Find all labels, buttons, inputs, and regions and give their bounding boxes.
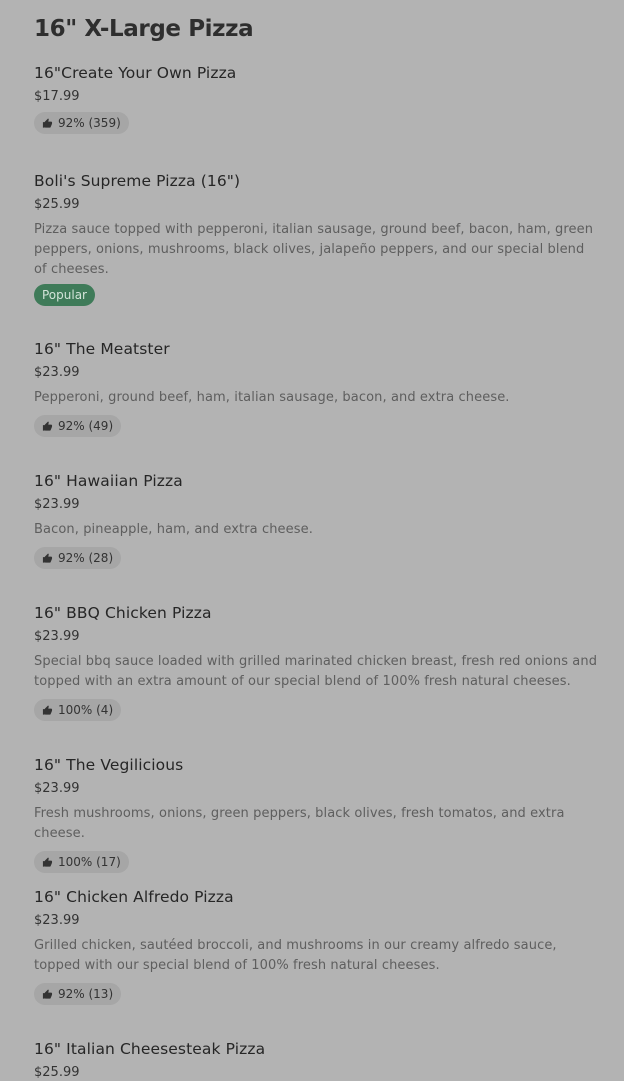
item-price: $23.99	[34, 781, 80, 796]
item-price: $23.99	[34, 629, 80, 644]
menu-item-chicken-alfredo[interactable]: 16" Chicken Alfredo Pizza $23.99 Grilled…	[34, 887, 600, 1005]
rating-badge: 100% (17)	[34, 851, 129, 873]
item-description: Fresh mushrooms, onions, green peppers, …	[34, 806, 565, 841]
popular-badge: Popular	[34, 284, 95, 306]
thumbs-up-icon	[42, 704, 53, 716]
item-name: 16" Hawaiian Pizza	[34, 472, 183, 490]
item-name: 16" BBQ Chicken Pizza	[34, 604, 212, 622]
rating-text: 92% (359)	[58, 116, 121, 130]
item-name: 16"Create Your Own Pizza	[34, 64, 237, 82]
thumbs-up-icon	[42, 420, 53, 432]
item-description: Pizza sauce topped with pepperoni, itali…	[34, 222, 594, 277]
item-price: $23.99	[34, 365, 80, 380]
item-name: Boli's Supreme Pizza (16")	[34, 172, 241, 190]
item-name: 16" Chicken Alfredo Pizza	[34, 888, 234, 906]
item-price: $23.99	[34, 913, 80, 928]
rating-text: 100% (17)	[58, 855, 121, 869]
menu-item-vegilicious[interactable]: 16" The Vegilicious $23.99 Fresh mushroo…	[34, 755, 600, 873]
menu-item-bolis-supreme[interactable]: Boli's Supreme Pizza (16") $25.99 Pizza …	[34, 171, 600, 306]
rating-badge: 92% (359)	[34, 112, 129, 134]
rating-badge: 92% (49)	[34, 415, 122, 437]
menu-section: 16" X-Large Pizza 16"Create Your Own Piz…	[0, 0, 624, 1081]
thumbs-up-icon	[42, 988, 53, 1000]
menu-item-italian-cheesesteak[interactable]: 16" Italian Cheesesteak Pizza $25.99	[34, 1039, 600, 1081]
menu-item-create-your-own[interactable]: 16"Create Your Own Pizza $17.99 92% (359…	[34, 63, 600, 134]
item-price: $23.99	[34, 497, 80, 512]
section-title: 16" X-Large Pizza	[34, 16, 254, 42]
item-price: $25.99	[34, 197, 80, 212]
item-description: Pepperoni, ground beef, ham, italian sau…	[34, 390, 510, 405]
rating-text: 100% (4)	[58, 703, 114, 717]
menu-item-bbq-chicken[interactable]: 16" BBQ Chicken Pizza $23.99 Special bbq…	[34, 603, 600, 721]
item-description: Special bbq sauce loaded with grilled ma…	[34, 654, 598, 689]
item-description: Grilled chicken, sautéed broccoli, and m…	[34, 938, 557, 973]
rating-text: 92% (28)	[58, 551, 114, 565]
item-name: 16" The Vegilicious	[34, 756, 184, 774]
rating-badge: 100% (4)	[34, 699, 122, 721]
item-price: $17.99	[34, 89, 80, 104]
item-name: 16" Italian Cheesesteak Pizza	[34, 1040, 266, 1058]
menu-item-hawaiian[interactable]: 16" Hawaiian Pizza $23.99 Bacon, pineapp…	[34, 471, 600, 569]
rating-badge: 92% (28)	[34, 547, 122, 569]
item-description: Bacon, pineapple, ham, and extra cheese.	[34, 522, 313, 537]
thumbs-up-icon	[42, 552, 53, 564]
thumbs-up-icon	[42, 856, 53, 868]
menu-item-the-meatster[interactable]: 16" The Meatster $23.99 Pepperoni, groun…	[34, 339, 600, 437]
thumbs-up-icon	[42, 117, 53, 129]
item-name: 16" The Meatster	[34, 340, 170, 358]
item-price: $25.99	[34, 1065, 80, 1080]
rating-text: 92% (13)	[58, 987, 114, 1001]
rating-badge: 92% (13)	[34, 983, 122, 1005]
rating-text: 92% (49)	[58, 419, 114, 433]
